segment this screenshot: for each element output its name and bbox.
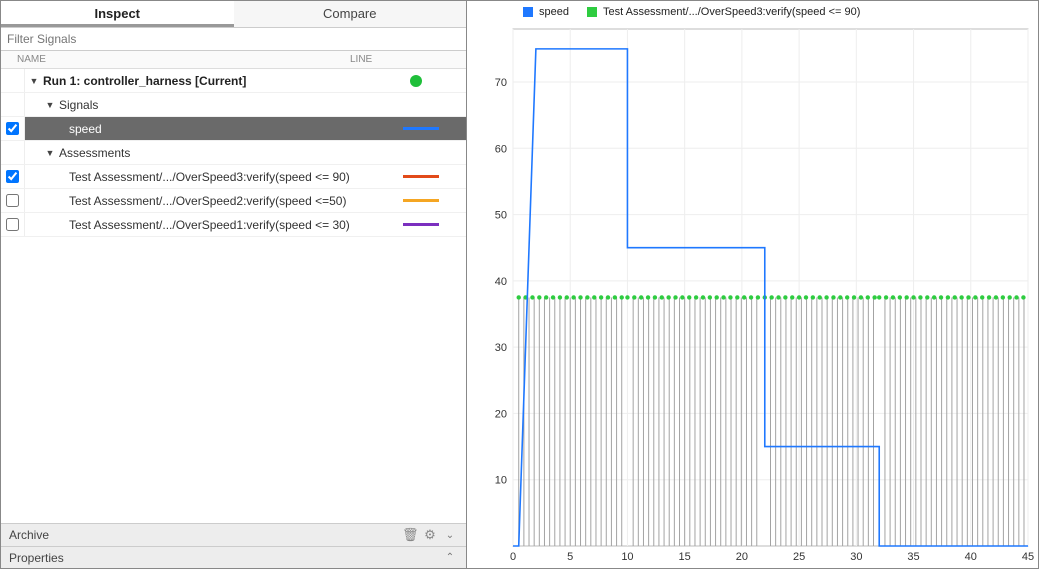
chart-svg: 0 5 10 15 20 25 30 35 40 45 10 20 30 40 50 60 70 — [467, 23, 1038, 568]
line-swatch — [403, 175, 439, 178]
panel-footer: Archive 🗑 ⚙ ⌄ Properties ⌃ — [1, 523, 466, 568]
run-checkcell — [1, 69, 25, 92]
assessment-label: Test Assessment/.../OverSpeed3:verify(sp… — [69, 170, 350, 184]
svg-text:5: 5 — [567, 551, 573, 563]
group-signals[interactable]: ▼ Signals — [1, 93, 466, 117]
svg-text:25: 25 — [793, 551, 805, 563]
chevron-up-icon[interactable]: ⌃ — [442, 552, 458, 563]
chart-plot[interactable]: 0 5 10 15 20 25 30 35 40 45 10 20 30 40 50 60 70 — [467, 23, 1038, 568]
archive-label: Archive — [9, 528, 49, 542]
group-label: Assessments — [59, 146, 130, 160]
svg-text:60: 60 — [495, 143, 507, 155]
caret-down-icon[interactable]: ▼ — [29, 76, 39, 86]
trash-icon[interactable]: 🗑 — [402, 527, 418, 543]
svg-text:20: 20 — [495, 408, 507, 420]
chart-panel: speed Test Assessment/.../OverSpeed3:ver… — [467, 1, 1038, 568]
assessment-row[interactable]: Test Assessment/.../OverSpeed3:verify(sp… — [1, 165, 466, 189]
legend-label: Test Assessment/.../OverSpeed3:verify(sp… — [603, 6, 860, 18]
group-assessments[interactable]: ▼ Assessments — [1, 141, 466, 165]
tab-compare[interactable]: Compare — [234, 1, 467, 27]
assessment-row[interactable]: Test Assessment/.../OverSpeed1:verify(sp… — [1, 213, 466, 237]
properties-section[interactable]: Properties ⌃ — [1, 546, 466, 568]
svg-text:10: 10 — [495, 475, 507, 487]
properties-label: Properties — [9, 551, 64, 565]
svg-text:15: 15 — [679, 551, 691, 563]
assessment-row[interactable]: Test Assessment/.../OverSpeed2:verify(sp… — [1, 189, 466, 213]
inspect-panel: Inspect Compare NAME LINE ▼ Run 1: contr… — [1, 1, 467, 568]
svg-text:50: 50 — [495, 210, 507, 222]
tab-inspect[interactable]: Inspect — [1, 1, 234, 27]
col-line: LINE — [346, 54, 466, 65]
caret-down-icon[interactable]: ▼ — [45, 148, 55, 158]
run-label: Run 1: controller_harness [Current] — [43, 74, 246, 88]
status-pass-icon — [410, 75, 422, 87]
svg-text:40: 40 — [495, 276, 507, 288]
line-swatch — [403, 199, 439, 202]
legend-swatch — [587, 7, 597, 17]
group-label: Signals — [59, 98, 98, 112]
caret-down-icon[interactable]: ▼ — [45, 100, 55, 110]
svg-text:10: 10 — [621, 551, 633, 563]
assessment-checkbox[interactable] — [6, 194, 19, 207]
signal-speed[interactable]: speed — [1, 117, 466, 141]
chevron-down-icon[interactable]: ⌄ — [442, 530, 458, 541]
svg-text:45: 45 — [1022, 551, 1034, 563]
svg-text:70: 70 — [495, 77, 507, 89]
legend-swatch — [523, 7, 533, 17]
svg-text:40: 40 — [965, 551, 977, 563]
signal-tree[interactable]: ▼ Run 1: controller_harness [Current] ▼ … — [1, 69, 466, 523]
tab-bar: Inspect Compare — [1, 1, 466, 27]
svg-text:0: 0 — [510, 551, 516, 563]
filter-signals-input[interactable] — [1, 28, 466, 50]
archive-section[interactable]: Archive 🗑 ⚙ ⌄ — [1, 524, 466, 546]
svg-text:35: 35 — [907, 551, 919, 563]
svg-text:20: 20 — [736, 551, 748, 563]
line-swatch — [403, 127, 439, 130]
assessment-checkbox[interactable] — [6, 218, 19, 231]
line-swatch — [403, 223, 439, 226]
svg-text:30: 30 — [850, 551, 862, 563]
app-root: Inspect Compare NAME LINE ▼ Run 1: contr… — [0, 0, 1039, 569]
assessment-label: Test Assessment/.../OverSpeed2:verify(sp… — [69, 194, 346, 208]
signal-label: speed — [69, 122, 102, 136]
column-headers: NAME LINE — [1, 51, 466, 69]
speed-checkbox[interactable] — [6, 122, 19, 135]
assessment-label: Test Assessment/.../OverSpeed1:verify(sp… — [69, 218, 350, 232]
chart-legend: speed Test Assessment/.../OverSpeed3:ver… — [467, 1, 1038, 23]
gear-icon[interactable]: ⚙ — [422, 527, 438, 543]
col-name: NAME — [1, 54, 346, 65]
run-row[interactable]: ▼ Run 1: controller_harness [Current] — [1, 69, 466, 93]
assessment-checkbox[interactable] — [6, 170, 19, 183]
filter-container — [1, 27, 466, 51]
svg-text:30: 30 — [495, 342, 507, 354]
legend-label: speed — [539, 6, 569, 18]
